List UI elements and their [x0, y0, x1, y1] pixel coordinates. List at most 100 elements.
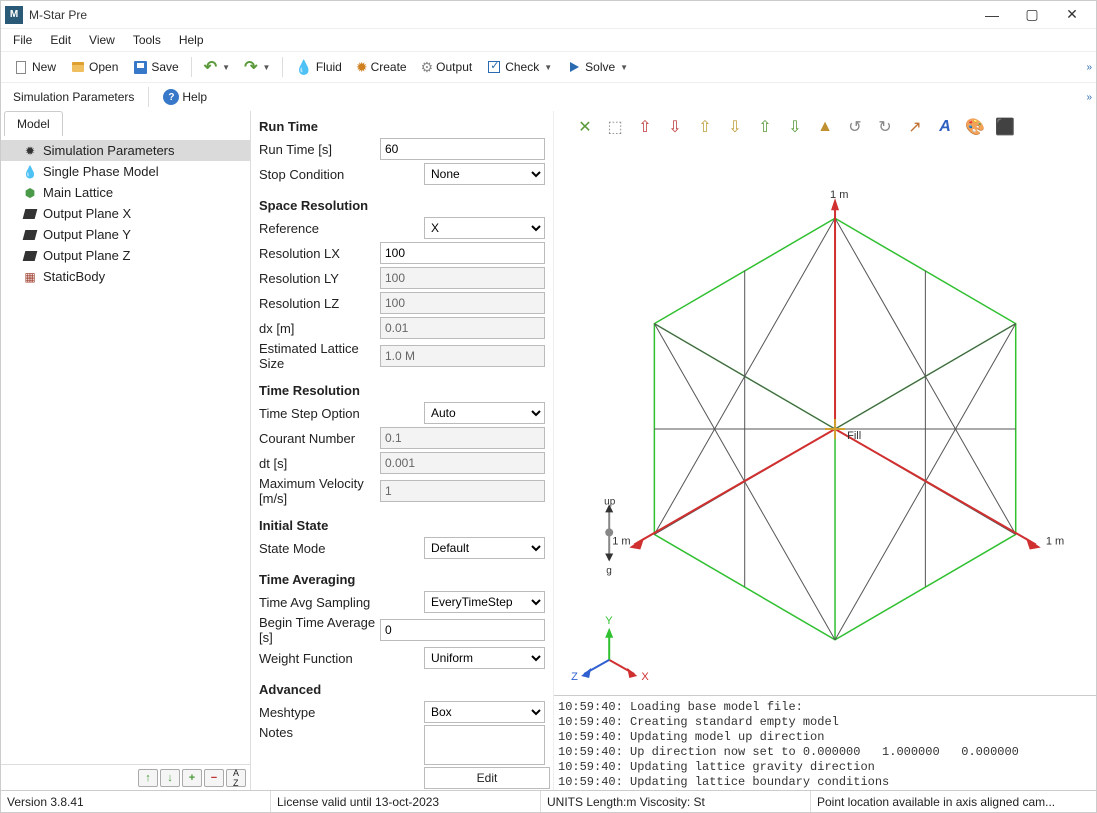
title-bar: M M-Star Pre — ▢ ✕ — [1, 1, 1096, 29]
drop-icon: 💧 — [295, 59, 312, 76]
subtoolbar-overflow-icon[interactable]: » — [1086, 92, 1092, 103]
courant-input — [380, 427, 545, 449]
solve-button[interactable]: Solve▼ — [560, 55, 634, 79]
model-panel: Model ✹Simulation Parameters 💧Single Pha… — [1, 111, 251, 790]
simulation-parameters-button[interactable]: Simulation Parameters — [7, 86, 140, 108]
iso-icon[interactable]: ▲ — [814, 116, 836, 138]
new-button[interactable]: New — [7, 55, 62, 79]
notes-textarea[interactable] — [424, 725, 545, 765]
brick-icon: ▦ — [23, 270, 37, 284]
rotate-ccw-icon[interactable]: ↺ — [844, 116, 866, 138]
max-velocity-label: Maximum Velocity [m/s] — [259, 476, 380, 506]
box-icon[interactable]: ⬛ — [994, 116, 1016, 138]
menu-file[interactable]: File — [5, 31, 40, 49]
time-res-header: Time Resolution — [259, 379, 545, 400]
edit-button[interactable]: Edit — [424, 767, 550, 789]
rotate-cw-icon[interactable]: ↻ — [874, 116, 896, 138]
time-avg-header: Time Averaging — [259, 568, 545, 589]
sun-icon: ✹ — [356, 59, 368, 76]
dx-label: dx [m] — [259, 321, 380, 336]
menu-help[interactable]: Help — [171, 31, 212, 49]
menu-view[interactable]: View — [81, 31, 123, 49]
viewport[interactable]: Fill 1 m 1 m 1 m up g X — [554, 143, 1096, 695]
drop-icon: 💧 — [23, 165, 37, 179]
meshtype-label: Meshtype — [259, 705, 424, 720]
check-button[interactable]: Check▼ — [480, 55, 558, 79]
state-mode-label: State Mode — [259, 541, 424, 556]
perspective-icon[interactable]: ↗ — [904, 116, 926, 138]
reference-select[interactable]: X — [424, 217, 545, 239]
resolution-lx-label: Resolution LX — [259, 246, 380, 261]
timestep-option-select[interactable]: Auto — [424, 402, 545, 424]
runtime-header: Run Time — [259, 115, 545, 136]
runtime-input[interactable] — [380, 138, 545, 160]
tree-item-staticbody[interactable]: ▦StaticBody — [1, 266, 250, 287]
toolbar-overflow-icon[interactable]: » — [1086, 62, 1092, 73]
undo-icon: ↶ — [204, 57, 217, 77]
state-mode-select[interactable]: Default — [424, 537, 545, 559]
plus-x-icon[interactable]: ⇧ — [634, 116, 656, 138]
plane-icon — [23, 207, 37, 221]
space-res-header: Space Resolution — [259, 194, 545, 215]
fit-icon[interactable]: ✕ — [574, 116, 596, 138]
undo-button[interactable]: ↶▼ — [198, 53, 236, 81]
tree-item-output-plane-z[interactable]: Output Plane Z — [1, 245, 250, 266]
svg-text:1 m: 1 m — [830, 189, 848, 201]
est-lattice-input — [380, 345, 545, 367]
status-units: UNITS Length:m Viscosity: St — [541, 791, 811, 812]
zoom-box-icon[interactable]: ⬚ — [604, 116, 626, 138]
menu-edit[interactable]: Edit — [42, 31, 79, 49]
time-avg-sampling-select[interactable]: EveryTimeStep — [424, 591, 545, 613]
output-button[interactable]: ⚙Output — [415, 55, 479, 80]
help-button[interactable]: ?Help — [157, 85, 213, 109]
redo-button[interactable]: ↷▼ — [238, 53, 276, 81]
minimize-button[interactable]: — — [972, 3, 1012, 27]
tree-item-output-plane-x[interactable]: Output Plane X — [1, 203, 250, 224]
resolution-lx-input[interactable] — [380, 242, 545, 264]
plus-z-icon[interactable]: ⇧ — [754, 116, 776, 138]
text-icon[interactable]: A — [934, 116, 956, 138]
resolution-ly-input — [380, 267, 545, 289]
close-button[interactable]: ✕ — [1052, 3, 1092, 27]
reference-label: Reference — [259, 221, 424, 236]
fluid-button[interactable]: 💧Fluid — [289, 55, 347, 80]
runtime-label: Run Time [s] — [259, 142, 380, 157]
tab-model[interactable]: Model — [4, 111, 63, 136]
remove-button[interactable]: − — [204, 769, 224, 787]
sort-button[interactable]: AZ — [226, 769, 246, 787]
time-avg-sampling-label: Time Avg Sampling — [259, 595, 424, 610]
palette-icon[interactable]: 🎨 — [964, 116, 986, 138]
gear-icon: ⚙ — [421, 59, 434, 76]
open-button[interactable]: Open — [64, 55, 124, 79]
console-output: 10:59:40: Loading base model file: 10:59… — [554, 695, 1096, 790]
save-button[interactable]: Save — [126, 55, 184, 79]
create-button[interactable]: ✹Create — [350, 55, 413, 80]
resolution-lz-input — [380, 292, 545, 314]
weight-function-select[interactable]: Uniform — [424, 647, 545, 669]
dt-input — [380, 452, 545, 474]
cube-icon: ⬢ — [23, 186, 37, 200]
menu-tools[interactable]: Tools — [125, 31, 169, 49]
minus-z-icon[interactable]: ⇩ — [784, 116, 806, 138]
tree-item-simulation-parameters[interactable]: ✹Simulation Parameters — [1, 140, 250, 161]
plus-y-icon[interactable]: ⇧ — [694, 116, 716, 138]
add-button[interactable]: + — [182, 769, 202, 787]
page-icon — [13, 59, 29, 75]
stop-condition-select[interactable]: None — [424, 163, 545, 185]
notes-label: Notes — [259, 725, 424, 740]
tree-item-output-plane-y[interactable]: Output Plane Y — [1, 224, 250, 245]
move-down-button[interactable]: ↓ — [160, 769, 180, 787]
window-title: M-Star Pre — [29, 8, 87, 22]
minus-y-icon[interactable]: ⇩ — [724, 116, 746, 138]
meshtype-select[interactable]: Box — [424, 701, 545, 723]
maximize-button[interactable]: ▢ — [1012, 3, 1052, 27]
svg-text:X: X — [641, 671, 649, 683]
gear-icon: ✹ — [23, 144, 37, 158]
minus-x-icon[interactable]: ⇩ — [664, 116, 686, 138]
tree-item-main-lattice[interactable]: ⬢Main Lattice — [1, 182, 250, 203]
begin-time-avg-input[interactable] — [380, 619, 545, 641]
dx-input — [380, 317, 545, 339]
courant-label: Courant Number — [259, 431, 380, 446]
move-up-button[interactable]: ↑ — [138, 769, 158, 787]
tree-item-single-phase-model[interactable]: 💧Single Phase Model — [1, 161, 250, 182]
